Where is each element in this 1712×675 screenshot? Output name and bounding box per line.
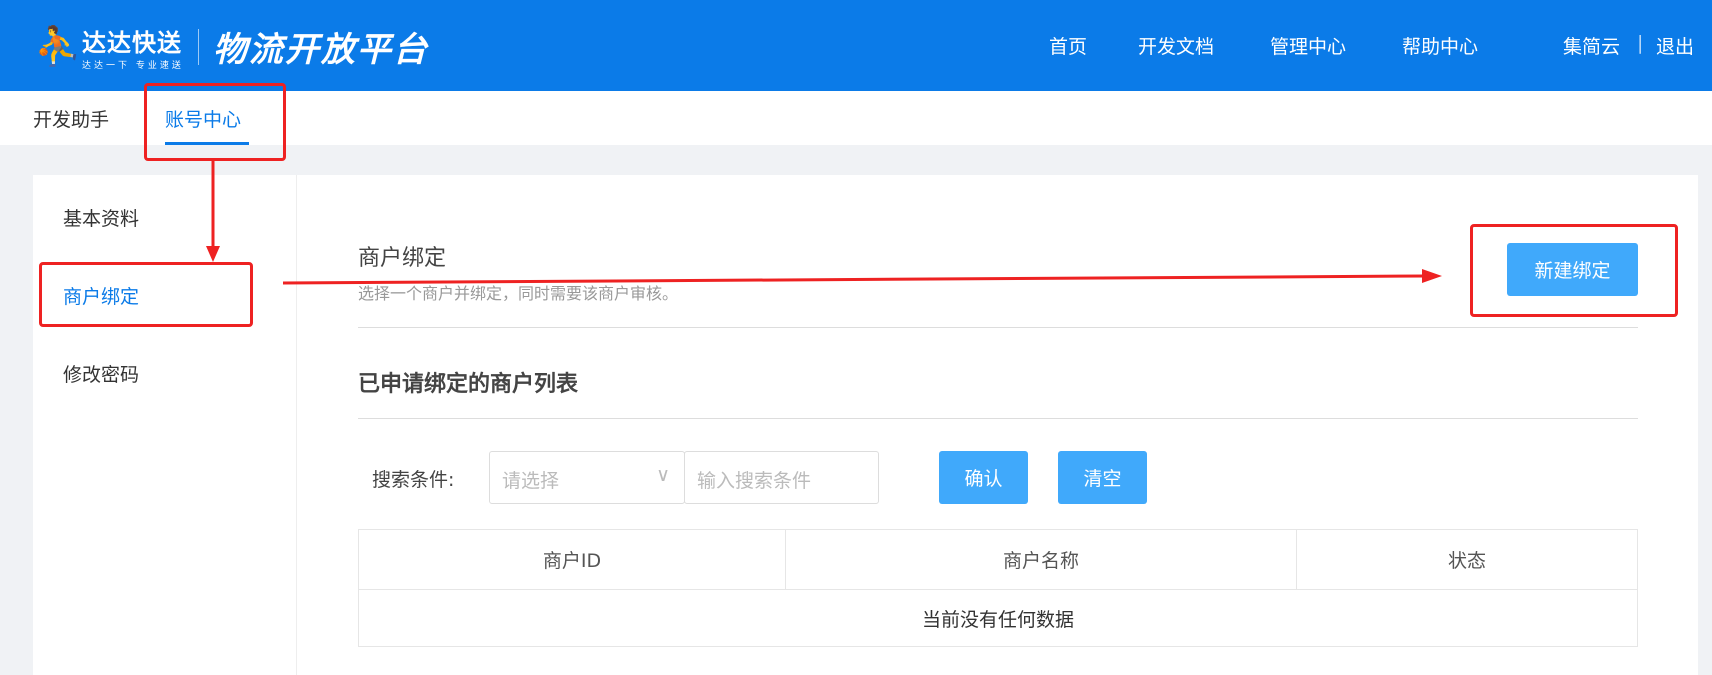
arrow-right-line [282,274,1426,285]
arrow-down-head [206,246,220,262]
annotation-arrows [206,161,1442,285]
arrow-right-head [1422,269,1442,283]
